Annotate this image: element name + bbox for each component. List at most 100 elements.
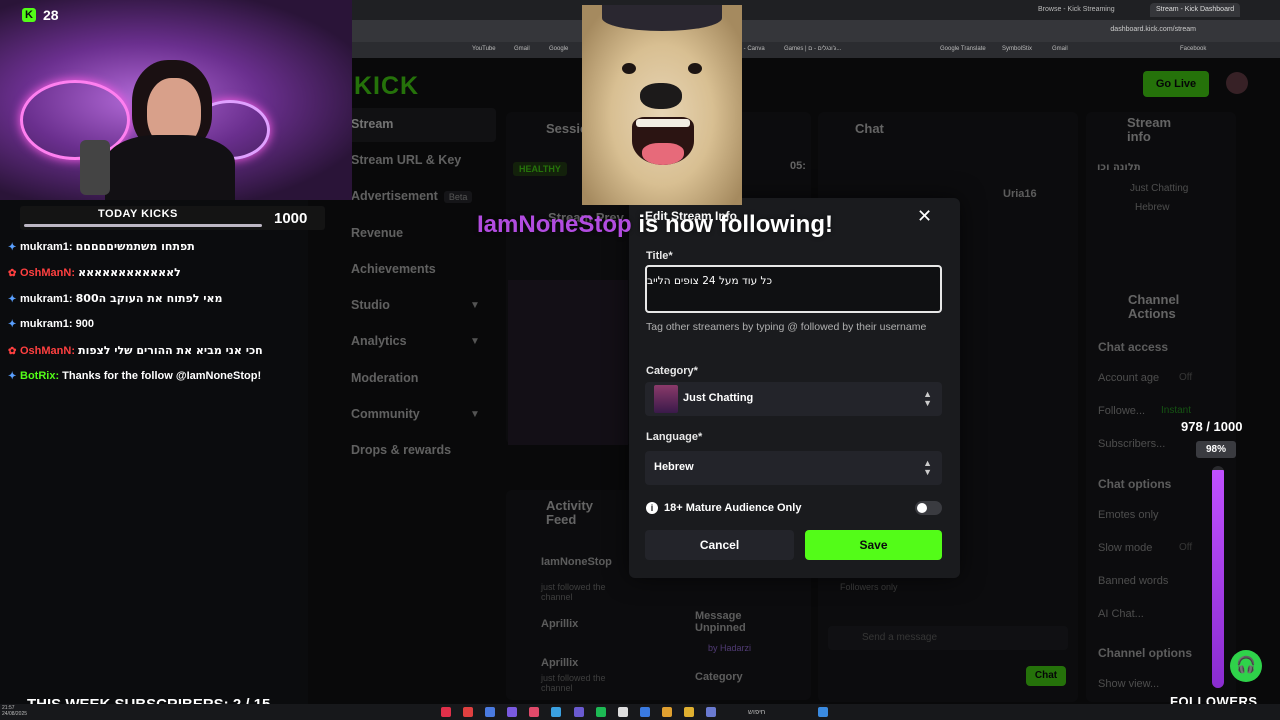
language-select[interactable]: Hebrew ▲ ▼ (645, 451, 942, 485)
screen: Browse - Kick Streaming Stream - Kick Da… (0, 0, 1280, 720)
category-select[interactable]: Just Chatting ▲ ▼ (645, 382, 942, 416)
chevron-down-icon[interactable]: ▼ (470, 300, 480, 311)
today-kicks-value: 1000 (274, 210, 308, 227)
bookmark-item[interactable]: Games | ג'ונגלים - ם... (784, 46, 841, 52)
chevron-down-icon[interactable]: ▼ (470, 336, 480, 347)
taskbar-app-icon[interactable] (529, 707, 539, 717)
language-value: Hebrew (654, 461, 694, 473)
slow-mode-setting[interactable]: Slow mode (1098, 542, 1152, 554)
title-input[interactable]: כל עוד מעל 24 צופים הלייב (645, 265, 942, 313)
go-live-button[interactable]: Go Live (1143, 71, 1209, 97)
beta-badge: Beta (443, 191, 473, 203)
avatar[interactable] (1226, 72, 1248, 94)
taskbar-search[interactable]: חיפוש (748, 708, 765, 716)
taskbar-app-icon[interactable] (485, 707, 495, 717)
sidebar-item-achievements[interactable]: Achievements (351, 262, 436, 276)
bookmarks-bar: YouTube Gmail Google Home - Canva Games … (352, 42, 1280, 58)
account-age-setting[interactable]: Account age (1098, 372, 1159, 384)
chat-input[interactable]: Send a message (828, 626, 1068, 650)
sidebar-item-label: Advertisement (351, 189, 438, 203)
bookmark-item[interactable]: Google (549, 46, 568, 52)
bookmark-item[interactable]: Facebook (1180, 46, 1206, 52)
chat-line: ✦ mukram1: תפתחו משתמשיםםםםם (8, 240, 195, 253)
windows-start-icon[interactable] (818, 707, 828, 717)
taskbar-app-icon[interactable] (640, 707, 650, 717)
today-kicks-label: TODAY KICKS (98, 208, 178, 220)
show-view-setting[interactable]: Show view... (1098, 678, 1159, 690)
chevron-down-icon[interactable]: ▼ (470, 409, 480, 420)
bookmark-item[interactable]: SymbolStix (1002, 46, 1032, 52)
stream-info-category: Just Chatting (1130, 183, 1189, 194)
account-age-value: Off (1179, 372, 1193, 383)
sidebar-item-moderation[interactable]: Moderation (351, 371, 418, 385)
sidebar-item-stream-url[interactable]: Stream URL & Key (351, 153, 461, 167)
follow-alert-text: is now following! (638, 211, 833, 238)
taskbar-app-icon[interactable] (441, 707, 451, 717)
chat-user[interactable]: Uria16 (1003, 188, 1037, 200)
tab-label: Stream - Kick Dashboard (1156, 6, 1235, 13)
chevron-updown-icon: ▲ ▼ (923, 389, 932, 408)
activity-text: just followed the channel (541, 673, 606, 693)
slow-mode-value: Off (1179, 542, 1193, 553)
sidebar-item-advertisement[interactable]: Advertisement Beta (351, 189, 473, 203)
address-bar[interactable]: dashboard.kick.com/stream (352, 20, 1280, 42)
bookmark-item[interactable]: Gmail (1052, 46, 1068, 52)
sidebar-item-studio[interactable]: Studio (351, 298, 390, 312)
ai-chat-setting[interactable]: AI Chat... (1098, 608, 1144, 620)
chat-line: ✿ OshManN: חכי אני מביא את ההורים שלי לצפ… (8, 344, 263, 357)
microphone (80, 140, 110, 195)
tab-dashboard[interactable]: Stream - Kick Dashboard (1150, 3, 1241, 17)
bookmark-item[interactable]: Gmail (514, 46, 530, 52)
chat-title: Chat (855, 121, 884, 136)
dog-teeth (636, 119, 690, 127)
activity-user[interactable]: Aprillix (541, 618, 578, 630)
badge-icon: ✿ (8, 268, 17, 279)
banned-words-setting[interactable]: Banned words (1098, 575, 1168, 587)
close-icon[interactable]: ✕ (917, 206, 932, 227)
emotes-only-setting[interactable]: Emotes only (1098, 509, 1159, 521)
webcam-feed (0, 0, 352, 200)
taskbar-date: 24/08/2025 (2, 711, 28, 717)
sidebar-item-analytics[interactable]: Analytics (351, 334, 407, 348)
dog-eye (622, 63, 636, 74)
chat-send-button[interactable]: Chat (1026, 666, 1066, 686)
taskbar-app-icon[interactable] (574, 707, 584, 717)
taskbar-app-icon[interactable] (463, 707, 473, 717)
message-unpinned: Message Unpinned (695, 610, 746, 634)
toggle-knob (917, 503, 927, 513)
bookmark-item[interactable]: YouTube (472, 46, 496, 52)
followers-setting[interactable]: Followe... (1098, 405, 1145, 417)
kick-logo[interactable]: KICK (354, 72, 419, 101)
tab-browse[interactable]: Browse - Kick Streaming (1032, 3, 1121, 17)
taskbar-app-icon[interactable] (706, 707, 716, 717)
sidebar-item-drops[interactable]: Drops & rewards (351, 443, 451, 457)
chat-message: תפתחו משתמשיםםםםם (75, 240, 195, 253)
title-help-text: Tag other streamers by typing @ followed… (646, 321, 927, 333)
session-time: 05: (790, 160, 806, 172)
sidebar-item-stream[interactable]: Stream (351, 117, 393, 131)
spotify-icon[interactable] (596, 707, 606, 717)
bookmark-item[interactable]: Google Translate (940, 46, 986, 52)
activity-user[interactable]: Aprillix (541, 657, 578, 669)
badge-icon: ✦ (8, 319, 17, 330)
mature-toggle[interactable] (915, 501, 942, 515)
follow-alert: IamNoneStop is now following! (477, 211, 833, 239)
folder-icon[interactable] (662, 707, 672, 717)
cancel-button[interactable]: Cancel (645, 530, 794, 560)
save-button[interactable]: Save (805, 530, 942, 560)
taskbar-clock: 21:57 24/08/2025 (2, 705, 27, 717)
activity-user[interactable]: IamNoneStop (541, 556, 612, 568)
sidebar-item-community[interactable]: Community (351, 407, 420, 421)
follower-goal-count: 978 / 1000 (1181, 419, 1243, 434)
sidebar-item-revenue[interactable]: Revenue (351, 226, 403, 240)
follow-alert-name: IamNoneStop (477, 211, 632, 238)
subscribers-setting[interactable]: Subscribers... (1098, 438, 1165, 450)
chat-line: ✦ BotRix: Thanks for the follow @IamNoneS… (8, 370, 261, 382)
taskbar-app-icon[interactable] (507, 707, 517, 717)
follower-goal-fill (1212, 470, 1224, 688)
taskbar-app-icon[interactable] (618, 707, 628, 717)
chrome-icon[interactable] (684, 707, 694, 717)
taskbar-app-icon[interactable] (551, 707, 561, 717)
stream-info-language: Hebrew (1135, 202, 1170, 213)
activity-text: just followed the channel (541, 582, 606, 602)
